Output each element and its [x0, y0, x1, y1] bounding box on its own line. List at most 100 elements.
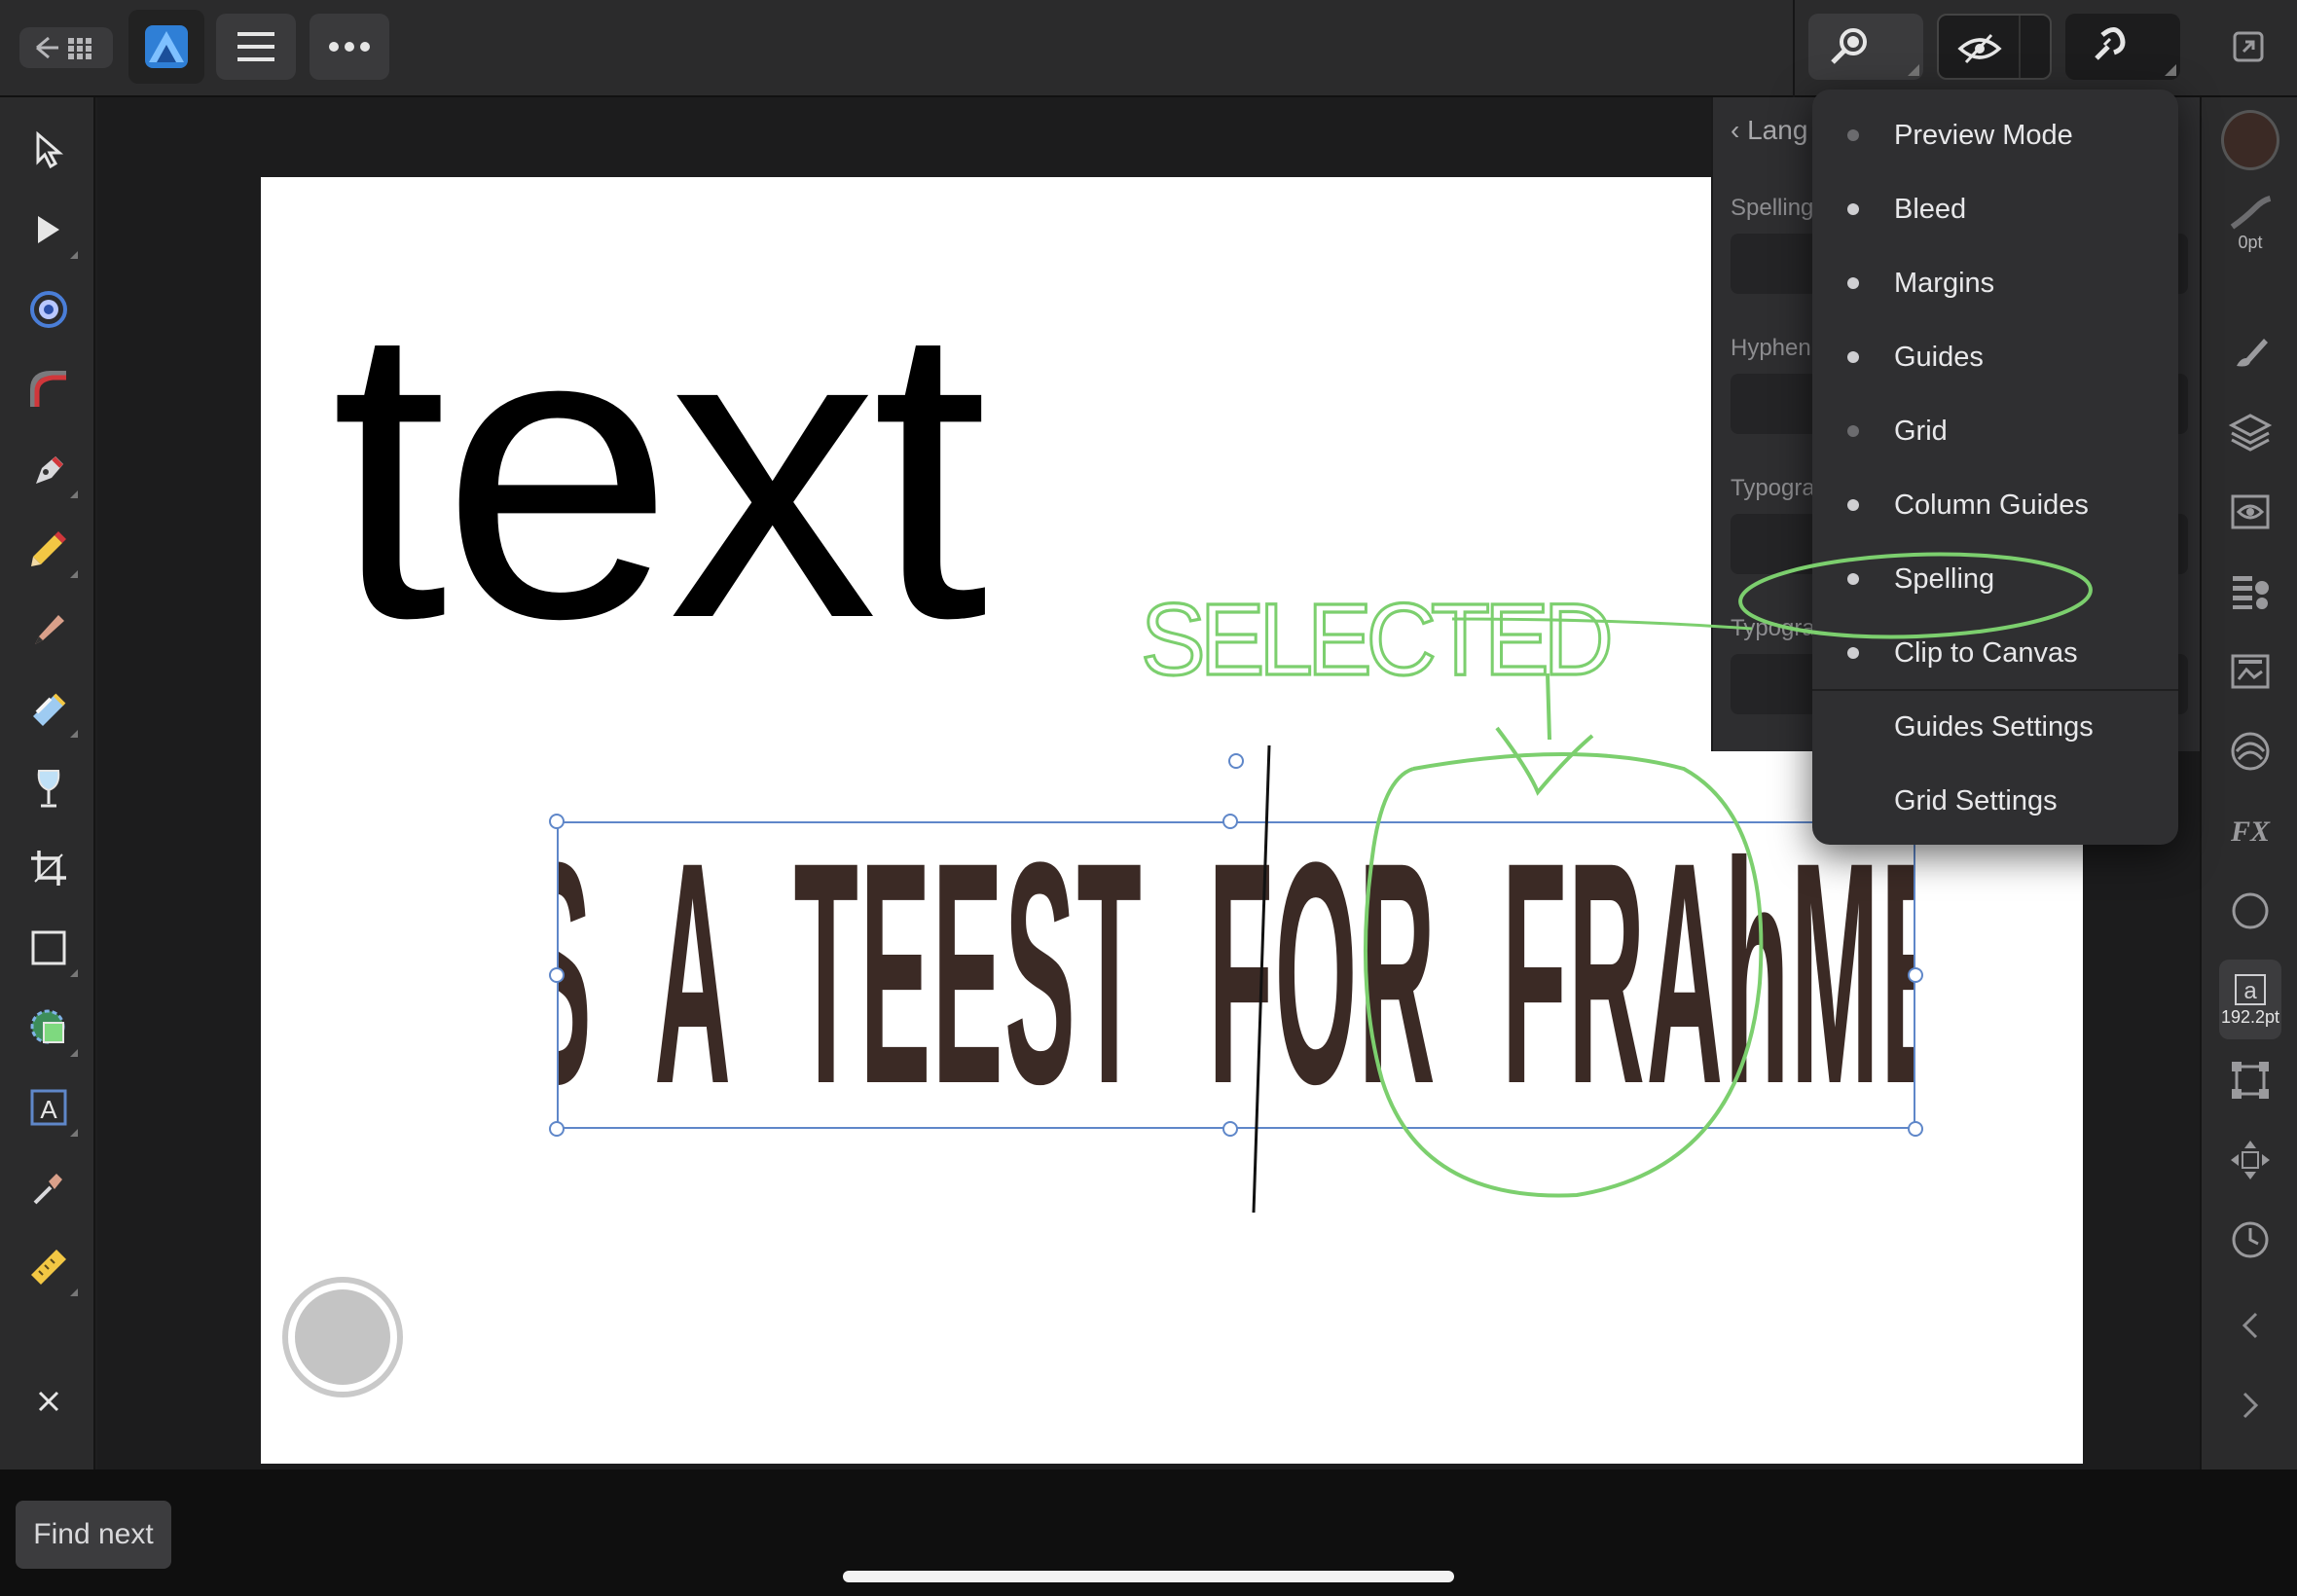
- picture-frame-icon: [30, 1009, 65, 1044]
- menu-button[interactable]: [216, 14, 296, 80]
- collapse-right-button[interactable]: [2221, 1376, 2279, 1434]
- menu-item-label: Bleed: [1894, 193, 1967, 225]
- node-tool[interactable]: [19, 200, 78, 259]
- flyout-indicator: [70, 730, 78, 738]
- dropdown-corner: [1908, 64, 1919, 76]
- expand-button[interactable]: [2223, 14, 2274, 80]
- view-menu-button[interactable]: [1937, 14, 2052, 80]
- menu-item-label: Preview Mode: [1894, 119, 2073, 151]
- crop-tool[interactable]: [19, 839, 78, 897]
- menu-item-bleed[interactable]: Bleed: [1812, 175, 2178, 243]
- toggle-dot: [1847, 129, 1859, 141]
- ruler-icon: [31, 1250, 66, 1285]
- menu-item-spelling[interactable]: Spelling: [1812, 545, 2178, 613]
- menu-item-grid-settings[interactable]: Grid Settings: [1812, 767, 2178, 835]
- text-styles-icon: [2233, 576, 2269, 609]
- menu-item-grid[interactable]: Grid: [1812, 397, 2178, 465]
- toolbar-separator: [1793, 0, 1795, 97]
- move-tool[interactable]: [19, 121, 78, 179]
- fill-tool[interactable]: [19, 679, 78, 738]
- preview-panel-button[interactable]: [2221, 483, 2279, 541]
- snapping-button[interactable]: [2065, 14, 2180, 80]
- find-next-button[interactable]: Find next: [16, 1501, 171, 1569]
- rotation-handle[interactable]: [1228, 753, 1244, 769]
- toggle-dot: [1847, 573, 1859, 585]
- app-persona-button[interactable]: [128, 10, 204, 84]
- pointer-icon: [36, 130, 64, 169]
- zoom-button[interactable]: [1808, 14, 1923, 80]
- selection-handle-ml[interactable]: [549, 967, 565, 983]
- svg-text:A: A: [40, 1095, 57, 1124]
- navigator-icon: [2232, 892, 2269, 929]
- transform-icon: [2232, 1062, 2269, 1099]
- text-frame-selection[interactable]: [557, 821, 1915, 1129]
- menu-item-column-guides[interactable]: Column Guides: [1812, 471, 2178, 539]
- character-panel-button[interactable]: a 192.2pt: [2219, 960, 2281, 1039]
- move-panel-button[interactable]: [2221, 1131, 2279, 1189]
- top-toolbar: [0, 0, 2297, 97]
- menu-item-preview-mode[interactable]: Preview Mode: [1812, 101, 2178, 169]
- eye-icon: [1957, 33, 2002, 64]
- menu-item-guides-settings[interactable]: Guides Settings: [1812, 693, 2178, 761]
- text-styles-panel-button[interactable]: [2221, 562, 2279, 621]
- effects-panel-button[interactable]: FX: [2221, 802, 2279, 860]
- eyedropper-icon: [33, 1174, 62, 1205]
- chevron-left-icon: [2242, 1312, 2258, 1339]
- transparency-tool[interactable]: [19, 759, 78, 817]
- stroke-swatch[interactable]: 0pt: [2221, 195, 2279, 253]
- font-size-label: 192.2pt: [2220, 1006, 2280, 1027]
- frame-text-tool[interactable]: A: [19, 1078, 78, 1137]
- selection-handle-bc[interactable]: [1222, 1121, 1238, 1137]
- contour-tool[interactable]: [19, 280, 78, 339]
- artistic-text[interactable]: text: [331, 263, 988, 681]
- menu-item-clip-to-canvas[interactable]: Clip to Canvas: [1812, 619, 2178, 687]
- selection-handle-br[interactable]: [1908, 1121, 1923, 1137]
- pen-tool[interactable]: [19, 440, 78, 498]
- menu-item-label: Column Guides: [1894, 489, 2089, 521]
- more-icon: [329, 42, 370, 52]
- expand-icon: [2233, 31, 2264, 62]
- vector-brush-tool[interactable]: [19, 599, 78, 658]
- fill-color-swatch[interactable]: [2221, 110, 2279, 170]
- flyout-indicator: [70, 969, 78, 977]
- color-picker-tool[interactable]: [19, 1158, 78, 1216]
- menu-item-guides[interactable]: Guides: [1812, 323, 2178, 391]
- corner-icon: [30, 371, 66, 407]
- chevron-right-icon: [2242, 1392, 2259, 1419]
- navigator-panel-button[interactable]: [2221, 882, 2279, 940]
- history-panel-button[interactable]: [2221, 1211, 2279, 1269]
- close-tools-button[interactable]: [19, 1372, 78, 1431]
- language-panel-back[interactable]: ‹ Lang: [1731, 115, 1807, 146]
- record-inner: [295, 1289, 390, 1385]
- pencil-icon: [31, 531, 66, 566]
- menu-divider: [1812, 689, 2178, 691]
- home-indicator[interactable]: [843, 1571, 1454, 1582]
- hyphenation-label: Hyphen: [1731, 335, 1811, 361]
- more-button[interactable]: [310, 14, 389, 80]
- brushes-panel-button[interactable]: [2221, 323, 2279, 381]
- assets-panel-button[interactable]: [2221, 642, 2279, 701]
- selection-handle-tl[interactable]: [549, 814, 565, 829]
- rectangle-tool[interactable]: [19, 919, 78, 977]
- flyout-indicator: [70, 490, 78, 498]
- menu-item-label: Clip to Canvas: [1894, 636, 2078, 669]
- menu-item-margins[interactable]: Margins: [1812, 249, 2178, 317]
- move-arrows-icon: [2231, 1141, 2270, 1179]
- menu-item-label: Margins: [1894, 267, 1995, 299]
- measure-tool[interactable]: [19, 1238, 78, 1296]
- selection-handle-tc[interactable]: [1222, 814, 1238, 829]
- picture-frame-tool[interactable]: [19, 998, 78, 1057]
- collapse-left-button[interactable]: [2221, 1296, 2279, 1355]
- selection-handle-mr[interactable]: [1908, 967, 1923, 983]
- wine-glass-icon: [37, 770, 60, 808]
- pencil-tool[interactable]: [19, 520, 78, 578]
- documents-button[interactable]: [19, 27, 113, 68]
- history-icon: [2232, 1221, 2269, 1258]
- corner-tool[interactable]: [19, 360, 78, 418]
- record-button[interactable]: [282, 1277, 403, 1397]
- adjustments-panel-button[interactable]: [2221, 722, 2279, 780]
- layers-panel-button[interactable]: [2221, 403, 2279, 461]
- selection-handle-bl[interactable]: [549, 1121, 565, 1137]
- menu-item-label: Guides Settings: [1894, 710, 2094, 743]
- transform-panel-button[interactable]: [2221, 1051, 2279, 1109]
